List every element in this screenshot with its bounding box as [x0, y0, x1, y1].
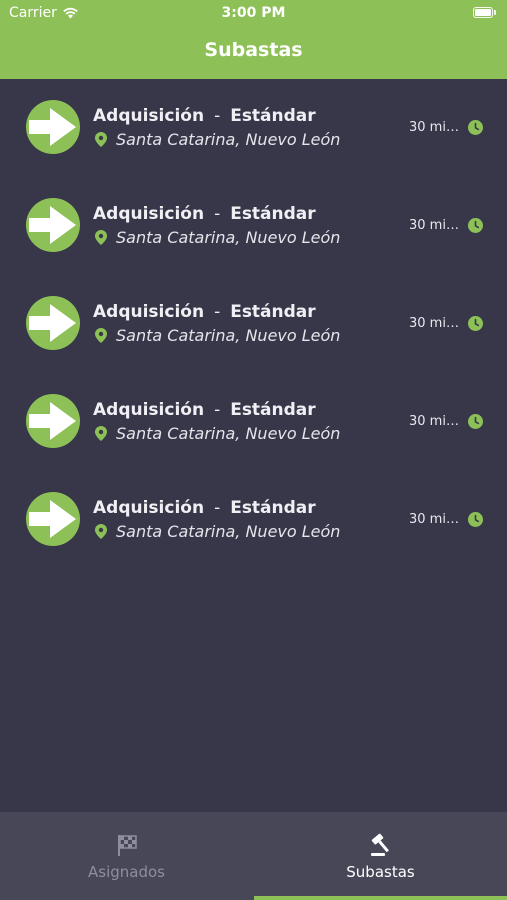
page-title: Subastas [204, 39, 303, 61]
item-location-text: Santa Catarina, Nuevo León [116, 424, 341, 443]
item-type: Adquisición [93, 498, 205, 518]
item-level: Estándar [230, 498, 316, 518]
item-separator: - [214, 302, 221, 322]
arrow-right-icon [26, 198, 80, 252]
arrow-right-icon [26, 492, 80, 546]
checkered-flag-icon [117, 835, 137, 856]
list-item[interactable]: Adquisición - Estándar Santa Catarina, Nuev… [0, 471, 507, 569]
item-separator: - [214, 498, 221, 518]
auction-list: Adquisición - Estándar Santa Catarina, Nuev… [0, 79, 507, 569]
item-level: Estándar [230, 204, 316, 224]
header: Carrier 3:00 PM Subastas [0, 0, 507, 79]
item-location: Santa Catarina, Nuevo León [95, 326, 340, 345]
map-pin-icon [95, 524, 107, 539]
item-location-text: Santa Catarina, Nuevo León [116, 522, 341, 541]
item-title: Adquisición - Estándar [93, 204, 316, 224]
clock-icon [468, 218, 483, 233]
item-location-text: Santa Catarina, Nuevo León [116, 228, 341, 247]
item-type: Adquisición [93, 400, 205, 420]
tab-bar: Asignados Subastas [0, 812, 507, 900]
gavel-icon [370, 833, 389, 856]
item-title: Adquisición - Estándar [93, 302, 316, 322]
tab-asignados-label: Asignados [88, 863, 165, 881]
battery-icon [473, 7, 496, 18]
map-pin-icon [95, 132, 107, 147]
item-type: Adquisición [93, 302, 205, 322]
item-location: Santa Catarina, Nuevo León [95, 228, 340, 247]
list-item[interactable]: Adquisición - Estándar Santa Catarina, Nuev… [0, 79, 507, 177]
list-item[interactable]: Adquisición - Estándar Santa Catarina, Nuev… [0, 177, 507, 275]
item-time: 30 mi… [409, 218, 459, 233]
item-separator: - [214, 204, 221, 224]
item-title: Adquisición - Estándar [93, 106, 316, 126]
clock-icon [468, 512, 483, 527]
item-location: Santa Catarina, Nuevo León [95, 522, 340, 541]
status-bar: Carrier 3:00 PM [0, 0, 507, 28]
selected-tab-indicator [254, 896, 507, 900]
map-pin-icon [95, 230, 107, 245]
list-item[interactable]: Adquisición - Estándar Santa Catarina, Nuev… [0, 373, 507, 471]
item-time: 30 mi… [409, 512, 459, 527]
item-time: 30 mi… [409, 316, 459, 331]
list-item[interactable]: Adquisición - Estándar Santa Catarina, Nuev… [0, 275, 507, 373]
item-level: Estándar [230, 106, 316, 126]
clock-icon [468, 120, 483, 135]
item-location: Santa Catarina, Nuevo León [95, 424, 340, 443]
clock-icon [468, 414, 483, 429]
item-type: Adquisición [93, 106, 205, 126]
clock-icon [468, 316, 483, 331]
map-pin-icon [95, 426, 107, 441]
item-separator: - [214, 106, 221, 126]
item-level: Estándar [230, 400, 316, 420]
item-location-text: Santa Catarina, Nuevo León [116, 326, 341, 345]
item-separator: - [214, 400, 221, 420]
arrow-right-icon [26, 100, 80, 154]
app-screen: Carrier 3:00 PM Subastas Adquisición - Est… [0, 0, 507, 900]
item-title: Adquisición - Estándar [93, 400, 316, 420]
item-title: Adquisición - Estándar [93, 498, 316, 518]
tab-subastas-label: Subastas [346, 863, 415, 881]
item-location-text: Santa Catarina, Nuevo León [116, 130, 341, 149]
item-type: Adquisición [93, 204, 205, 224]
map-pin-icon [95, 328, 107, 343]
status-time: 3:00 PM [221, 5, 286, 21]
item-level: Estándar [230, 302, 316, 322]
item-time: 30 mi… [409, 414, 459, 429]
arrow-right-icon [26, 296, 80, 350]
item-location: Santa Catarina, Nuevo León [95, 130, 340, 149]
tab-asignados[interactable]: Asignados [0, 812, 253, 900]
arrow-right-icon [26, 394, 80, 448]
tab-subastas[interactable]: Subastas [254, 812, 507, 900]
item-time: 30 mi… [409, 120, 459, 135]
